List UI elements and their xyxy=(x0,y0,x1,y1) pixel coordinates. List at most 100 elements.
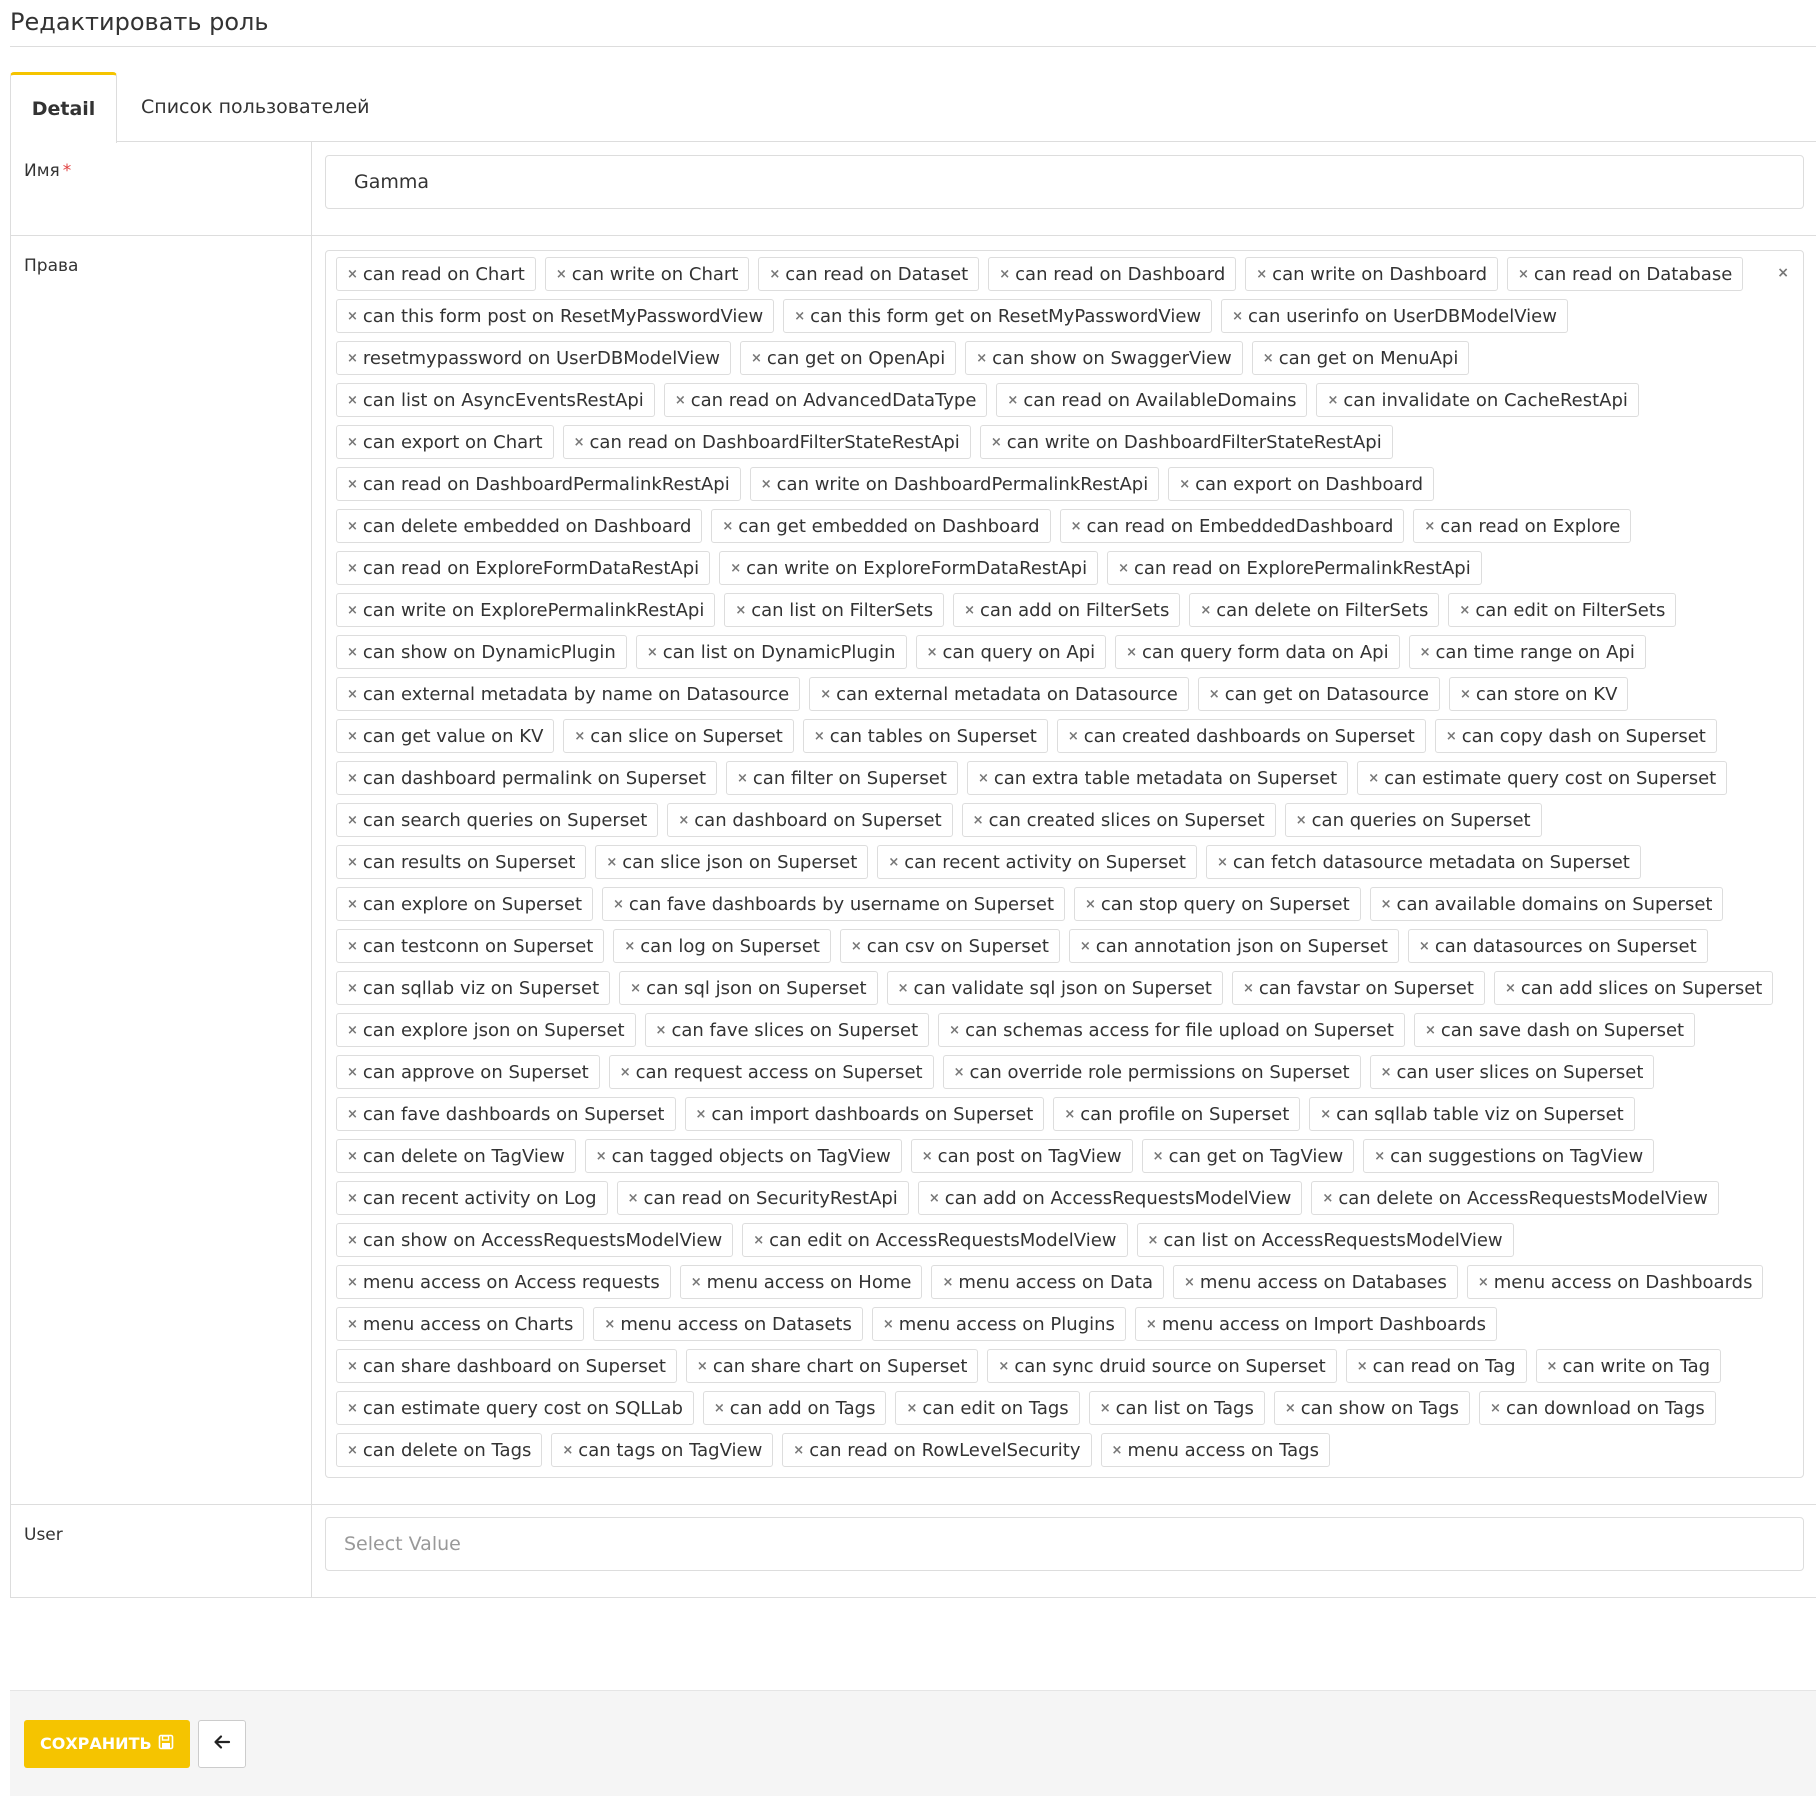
remove-tag-icon[interactable]: × xyxy=(1153,1149,1164,1164)
remove-tag-icon[interactable]: × xyxy=(347,309,358,324)
remove-tag-icon[interactable]: × xyxy=(1547,1359,1558,1374)
remove-tag-icon[interactable]: × xyxy=(922,1149,933,1164)
remove-tag-icon[interactable]: × xyxy=(735,603,746,618)
remove-tag-icon[interactable]: × xyxy=(929,1191,940,1206)
remove-tag-icon[interactable]: × xyxy=(793,1443,804,1458)
remove-tag-icon[interactable]: × xyxy=(347,1107,358,1122)
remove-tag-icon[interactable]: × xyxy=(1296,813,1307,828)
remove-tag-icon[interactable]: × xyxy=(820,687,831,702)
remove-tag-icon[interactable]: × xyxy=(691,1275,702,1290)
remove-tag-icon[interactable]: × xyxy=(998,1359,1009,1374)
remove-tag-icon[interactable]: × xyxy=(1368,771,1379,786)
remove-tag-icon[interactable]: × xyxy=(1478,1275,1489,1290)
remove-tag-icon[interactable]: × xyxy=(1112,1443,1123,1458)
remove-tag-icon[interactable]: × xyxy=(1322,1191,1333,1206)
remove-tag-icon[interactable]: × xyxy=(347,603,358,618)
remove-tag-icon[interactable]: × xyxy=(1217,855,1228,870)
remove-tag-icon[interactable]: × xyxy=(976,351,987,366)
remove-tag-icon[interactable]: × xyxy=(1243,981,1254,996)
remove-tag-icon[interactable]: × xyxy=(347,1275,358,1290)
remove-tag-icon[interactable]: × xyxy=(347,393,358,408)
name-input[interactable] xyxy=(325,155,1804,209)
remove-tag-icon[interactable]: × xyxy=(1256,267,1267,282)
remove-tag-icon[interactable]: × xyxy=(1263,351,1274,366)
remove-tag-icon[interactable]: × xyxy=(1425,1023,1436,1038)
clear-all-icon[interactable]: × xyxy=(1777,265,1789,281)
remove-tag-icon[interactable]: × xyxy=(1381,897,1392,912)
remove-tag-icon[interactable]: × xyxy=(347,981,358,996)
remove-tag-icon[interactable]: × xyxy=(1490,1401,1501,1416)
remove-tag-icon[interactable]: × xyxy=(1446,729,1457,744)
remove-tag-icon[interactable]: × xyxy=(556,267,567,282)
remove-tag-icon[interactable]: × xyxy=(942,1275,953,1290)
remove-tag-icon[interactable]: × xyxy=(1381,1065,1392,1080)
tab-user-list[interactable]: Список пользователей xyxy=(117,72,394,142)
remove-tag-icon[interactable]: × xyxy=(851,939,862,954)
remove-tag-icon[interactable]: × xyxy=(906,1401,917,1416)
remove-tag-icon[interactable]: × xyxy=(347,1023,358,1038)
remove-tag-icon[interactable]: × xyxy=(973,813,984,828)
remove-tag-icon[interactable]: × xyxy=(347,351,358,366)
remove-tag-icon[interactable]: × xyxy=(1126,645,1137,660)
remove-tag-icon[interactable]: × xyxy=(620,1065,631,1080)
remove-tag-icon[interactable]: × xyxy=(604,1317,615,1332)
remove-tag-icon[interactable]: × xyxy=(722,519,733,534)
remove-tag-icon[interactable]: × xyxy=(347,855,358,870)
remove-tag-icon[interactable]: × xyxy=(675,393,686,408)
remove-tag-icon[interactable]: × xyxy=(737,771,748,786)
remove-tag-icon[interactable]: × xyxy=(624,939,635,954)
remove-tag-icon[interactable]: × xyxy=(1518,267,1529,282)
remove-tag-icon[interactable]: × xyxy=(1118,561,1129,576)
remove-tag-icon[interactable]: × xyxy=(1505,981,1516,996)
remove-tag-icon[interactable]: × xyxy=(1146,1317,1157,1332)
remove-tag-icon[interactable]: × xyxy=(347,687,358,702)
remove-tag-icon[interactable]: × xyxy=(613,897,624,912)
remove-tag-icon[interactable]: × xyxy=(794,309,805,324)
remove-tag-icon[interactable]: × xyxy=(1320,1107,1331,1122)
user-select[interactable] xyxy=(325,1517,1804,1571)
remove-tag-icon[interactable]: × xyxy=(1374,1149,1385,1164)
remove-tag-icon[interactable]: × xyxy=(630,981,641,996)
remove-tag-icon[interactable]: × xyxy=(347,1317,358,1332)
remove-tag-icon[interactable]: × xyxy=(1285,1401,1296,1416)
remove-tag-icon[interactable]: × xyxy=(1459,603,1470,618)
remove-tag-icon[interactable]: × xyxy=(769,267,780,282)
remove-tag-icon[interactable]: × xyxy=(678,813,689,828)
remove-tag-icon[interactable]: × xyxy=(347,1401,358,1416)
tab-detail[interactable]: Detail xyxy=(10,72,117,143)
remove-tag-icon[interactable]: × xyxy=(347,561,358,576)
remove-tag-icon[interactable]: × xyxy=(814,729,825,744)
remove-tag-icon[interactable]: × xyxy=(656,1023,667,1038)
remove-tag-icon[interactable]: × xyxy=(347,771,358,786)
remove-tag-icon[interactable]: × xyxy=(949,1023,960,1038)
remove-tag-icon[interactable]: × xyxy=(898,981,909,996)
remove-tag-icon[interactable]: × xyxy=(347,939,358,954)
remove-tag-icon[interactable]: × xyxy=(347,897,358,912)
remove-tag-icon[interactable]: × xyxy=(347,519,358,534)
remove-tag-icon[interactable]: × xyxy=(1209,687,1220,702)
remove-tag-icon[interactable]: × xyxy=(562,1443,573,1458)
remove-tag-icon[interactable]: × xyxy=(761,477,772,492)
remove-tag-icon[interactable]: × xyxy=(647,645,658,660)
remove-tag-icon[interactable]: × xyxy=(751,351,762,366)
remove-tag-icon[interactable]: × xyxy=(347,267,358,282)
remove-tag-icon[interactable]: × xyxy=(347,1149,358,1164)
remove-tag-icon[interactable]: × xyxy=(596,1149,607,1164)
remove-tag-icon[interactable]: × xyxy=(606,855,617,870)
remove-tag-icon[interactable]: × xyxy=(1327,393,1338,408)
remove-tag-icon[interactable]: × xyxy=(1064,1107,1075,1122)
remove-tag-icon[interactable]: × xyxy=(347,1233,358,1248)
permissions-multiselect[interactable]: × can read on Chart × can write on Chart × ca… xyxy=(325,250,1804,1478)
remove-tag-icon[interactable]: × xyxy=(347,1443,358,1458)
remove-tag-icon[interactable]: × xyxy=(954,1065,965,1080)
remove-tag-icon[interactable]: × xyxy=(1007,393,1018,408)
remove-tag-icon[interactable]: × xyxy=(628,1191,639,1206)
remove-tag-icon[interactable]: × xyxy=(888,855,899,870)
remove-tag-icon[interactable]: × xyxy=(1071,519,1082,534)
remove-tag-icon[interactable]: × xyxy=(347,813,358,828)
remove-tag-icon[interactable]: × xyxy=(730,561,741,576)
back-button[interactable] xyxy=(197,1719,246,1768)
remove-tag-icon[interactable]: × xyxy=(1179,477,1190,492)
remove-tag-icon[interactable]: × xyxy=(697,1359,708,1374)
remove-tag-icon[interactable]: × xyxy=(1419,939,1430,954)
